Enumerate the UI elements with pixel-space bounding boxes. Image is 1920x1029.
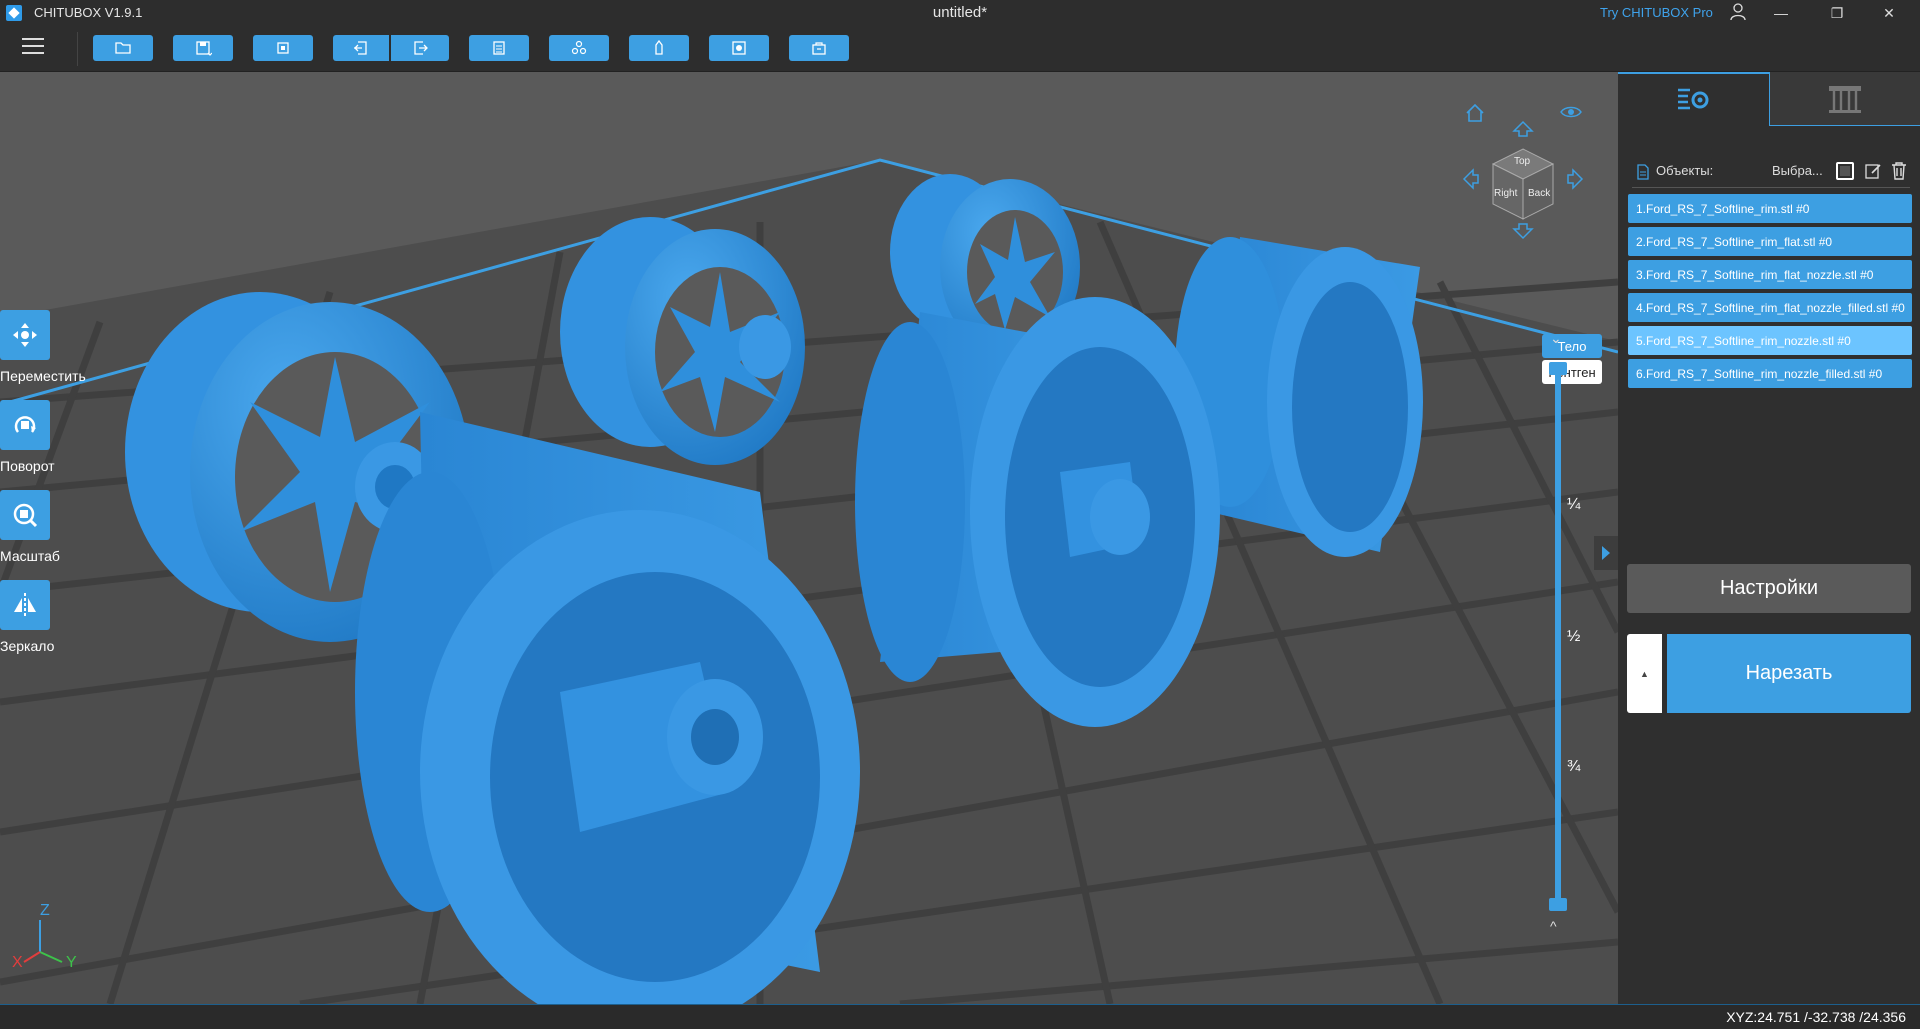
status-bar: XYZ:24.751 /-32.738 /24.356: [0, 1004, 1920, 1029]
layer-slider-lower-handle[interactable]: [1549, 898, 1567, 911]
view-down-arrow-icon[interactable]: [1512, 222, 1534, 245]
hollow-icon: [732, 41, 746, 55]
move-label: Переместить: [0, 368, 86, 384]
edit-icon[interactable]: [1864, 162, 1882, 180]
save-button[interactable]: [173, 35, 233, 61]
slice-button[interactable]: Нарезать: [1667, 634, 1911, 713]
import-icon: [354, 41, 367, 55]
arrange-icon: [571, 40, 587, 55]
objects-label: Объекты:: [1656, 163, 1714, 178]
user-icon[interactable]: [1730, 3, 1746, 21]
close-button[interactable]: ✕: [1866, 0, 1912, 26]
right-panel: Объекты: Выбра... 1.Ford_RS_7_Softline_r…: [1618, 72, 1920, 1004]
import-button[interactable]: [333, 35, 389, 61]
file-icon: [1637, 164, 1649, 180]
select-all-label[interactable]: Выбра...: [1772, 163, 1823, 178]
objects-header: Объекты: Выбра...: [1632, 158, 1910, 188]
rotate-tool[interactable]: Поворот: [0, 400, 80, 474]
list-gear-icon: [1677, 88, 1708, 110]
axis-y-label: Y: [66, 954, 77, 971]
layers-icon: [493, 41, 505, 55]
minimize-button[interactable]: —: [1758, 0, 1804, 26]
object-item-1[interactable]: 1.Ford_RS_7_Softline_rim.stl #0: [1628, 194, 1912, 223]
settings-button[interactable]: Настройки: [1627, 564, 1911, 613]
scene-canvas[interactable]: [0, 72, 1618, 1004]
trash-icon[interactable]: [1890, 161, 1908, 181]
main-toolbar: [0, 26, 1920, 72]
home-view-icon[interactable]: [1464, 102, 1486, 129]
scale-tool[interactable]: Масштаб: [0, 490, 80, 564]
move-icon[interactable]: [0, 310, 50, 360]
panel-collapse-button[interactable]: [1594, 536, 1618, 570]
mirror-tool[interactable]: Зеркало: [0, 580, 80, 654]
app-logo-icon: [6, 5, 22, 21]
scale-label: Масштаб: [0, 548, 60, 564]
slice-expand-button[interactable]: ▲: [1627, 634, 1662, 713]
objects-list: 1.Ford_RS_7_Softline_rim.stl #0 2.Ford_R…: [1628, 194, 1912, 392]
slice-group: ▲ Нарезать: [1627, 634, 1911, 713]
axis-indicator: Z X Y: [10, 902, 90, 971]
navigation-cube[interactable]: Top Right Back: [1488, 144, 1558, 224]
export-icon: [414, 41, 428, 55]
hollow-button[interactable]: [709, 35, 769, 61]
object-item-6[interactable]: 6.Ford_RS_7_Softline_rim_nozzle_filled.s…: [1628, 359, 1912, 388]
model-tire-5[interactable]: [855, 297, 1220, 727]
object-item-5[interactable]: 5.Ford_RS_7_Softline_rim_nozzle.stl #0: [1628, 326, 1912, 355]
tab-supports[interactable]: [1770, 72, 1920, 126]
try-pro-link[interactable]: Try CHITUBOX Pro: [1600, 5, 1713, 20]
3d-viewport[interactable]: Переместить Поворот Масштаб Зеркало Top …: [0, 72, 1618, 1004]
rotate-icon[interactable]: [0, 400, 50, 450]
cube-back-label: Back: [1528, 188, 1551, 199]
axis-x-label: X: [12, 954, 23, 971]
move-tool[interactable]: Переместить: [0, 310, 86, 384]
panel-tabs: [1618, 72, 1920, 126]
title-bar: CHITUBOX V1.9.1 untitled* Try CHITUBOX P…: [0, 0, 1920, 26]
open-icon: [115, 42, 131, 54]
object-item-3[interactable]: 3.Ford_RS_7_Softline_rim_flat_nozzle.stl…: [1628, 260, 1912, 289]
slider-down-caret-icon[interactable]: ⌄: [1550, 330, 1562, 347]
select-all-checkbox[interactable]: [1836, 162, 1854, 180]
layers-button[interactable]: [469, 35, 529, 61]
cursor-coordinates: XYZ:24.751 /-32.738 /24.356: [1726, 1009, 1906, 1025]
rotate-label: Поворот: [0, 458, 55, 474]
toolbar-divider: [77, 32, 78, 66]
layer-slider-track[interactable]: [1555, 368, 1561, 904]
maximize-button[interactable]: ❐: [1814, 0, 1860, 26]
support-icon: [655, 40, 663, 55]
save-icon: [196, 41, 212, 56]
object-item-4[interactable]: 4.Ford_RS_7_Softline_rim_flat_nozzle_fil…: [1628, 293, 1912, 322]
view-up-arrow-icon[interactable]: [1512, 120, 1534, 143]
tab-settings[interactable]: [1618, 72, 1770, 126]
layer-slider-upper-handle[interactable]: [1549, 362, 1567, 375]
eye-icon[interactable]: [1560, 104, 1582, 125]
package-icon: [812, 42, 826, 55]
slider-mark-quarter: ¼: [1567, 496, 1581, 513]
app-title: CHITUBOX V1.9.1: [34, 5, 143, 20]
supports-icon: [1829, 85, 1861, 113]
scale-icon[interactable]: [0, 490, 50, 540]
hamburger-menu-icon[interactable]: [22, 38, 44, 56]
export-button[interactable]: [391, 35, 449, 61]
view-right-arrow-icon[interactable]: [1566, 168, 1584, 195]
support-button[interactable]: [629, 35, 689, 61]
slider-up-caret-icon[interactable]: ^: [1550, 918, 1557, 934]
object-item-2[interactable]: 2.Ford_RS_7_Softline_rim_flat.stl #0: [1628, 227, 1912, 256]
cube-top-label: Top: [1514, 156, 1531, 167]
slider-mark-three-quarter: ¾: [1567, 758, 1581, 775]
mirror-label: Зеркало: [0, 638, 55, 654]
frame-icon: [277, 42, 289, 54]
open-file-button[interactable]: [93, 35, 153, 61]
auto-arrange-button[interactable]: [549, 35, 609, 61]
slider-mark-half: ½: [1567, 628, 1581, 645]
mirror-icon[interactable]: [0, 580, 50, 630]
cube-right-label: Right: [1494, 188, 1518, 199]
package-button[interactable]: [789, 35, 849, 61]
triangle-right-icon: [1602, 546, 1610, 560]
chitubox-window: CHITUBOX V1.9.1 untitled* Try CHITUBOX P…: [0, 0, 1920, 1029]
fit-view-button[interactable]: [253, 35, 313, 61]
axis-z-label: Z: [40, 902, 50, 919]
view-left-arrow-icon[interactable]: [1462, 168, 1480, 195]
